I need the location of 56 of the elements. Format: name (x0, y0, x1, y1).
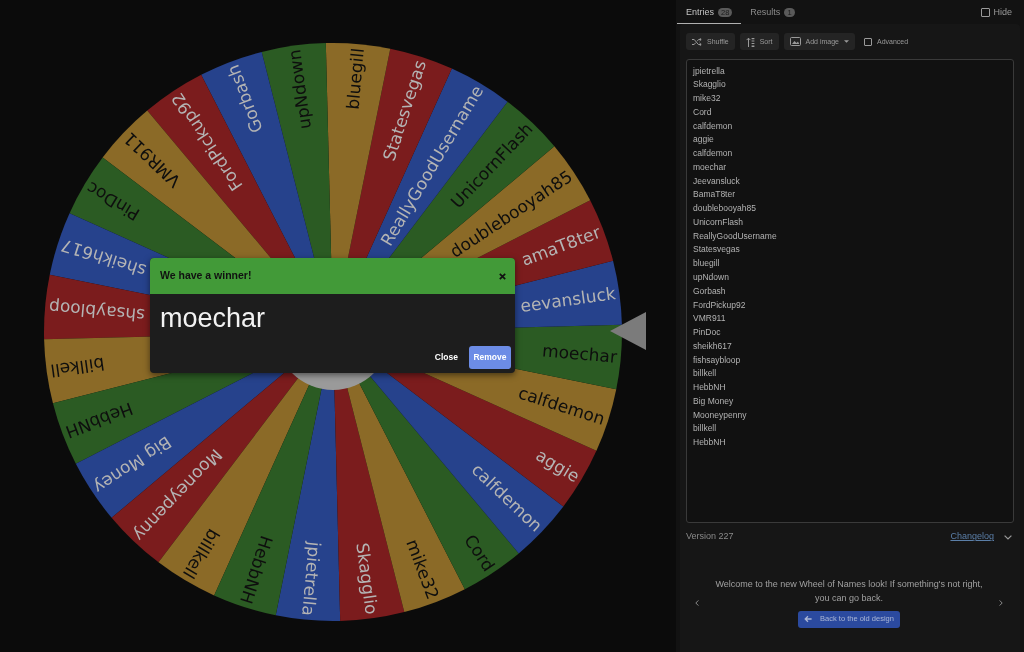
chevron-right-icon[interactable] (999, 599, 1003, 606)
entry-text: upNdown (693, 271, 729, 284)
entry-text: VMR911 (693, 312, 726, 326)
caret-icon (844, 40, 849, 43)
entry-text: aggie (693, 133, 714, 147)
entry-text: fishsaybloop (693, 353, 741, 367)
wheel-label: eevansluck (519, 283, 617, 317)
wheel-label: Skagglio (352, 541, 382, 616)
entry-text: Big Money (693, 394, 734, 408)
checkbox[interactable] (981, 8, 991, 17)
entry-text: bluegill (693, 257, 720, 271)
chevron-left-icon[interactable] (695, 599, 699, 606)
arrow-left-icon (804, 615, 813, 623)
wheel-label: jpietrella (298, 541, 325, 617)
entry-text: Statesvegas (693, 243, 740, 257)
checkbox-label: Hide (993, 8, 1012, 17)
image-icon (789, 37, 801, 46)
entry-text: Mooneypenny (693, 408, 747, 422)
entry-text: doublebooyah85 (693, 202, 756, 216)
chevron-down-icon[interactable] (1004, 534, 1012, 540)
version-text: Version 227 (686, 530, 734, 544)
wheel-label: upNdown (284, 48, 315, 131)
winner-name: moechar (159, 302, 267, 334)
entry-text: Jeevansluck (693, 174, 740, 188)
entry-text: HebbNH (693, 381, 726, 395)
wheel-label: bluegill (342, 47, 368, 111)
entry-text: HebbNH (693, 436, 726, 450)
entry-text: moechar (693, 160, 727, 174)
entry-text: BamaT8ter (693, 188, 736, 202)
dialog-title: We have a winner! (160, 268, 252, 284)
close-icon[interactable] (499, 272, 506, 280)
entry-text: jpietrella (693, 64, 725, 78)
shuffle-icon (692, 37, 702, 46)
entry-text: calfdemon (693, 147, 733, 161)
sort-icon (745, 36, 755, 47)
entry-text: UnicornFlash (693, 215, 744, 229)
entry-text: calfdemon (693, 119, 733, 133)
entry-text: ReallyGoodUsername (693, 229, 777, 243)
checkbox[interactable] (864, 37, 872, 46)
entry-text: Gorbash (693, 284, 726, 298)
wheel-label: billkell (49, 353, 106, 381)
entry-text: billkell (693, 422, 717, 436)
entry-text: Cord (693, 105, 712, 119)
entry-text: billkell (693, 367, 717, 381)
entries-field[interactable] (686, 59, 1014, 523)
entry-text: PinDoc (693, 326, 721, 340)
wheel-label: moechar (541, 340, 618, 367)
close-button[interactable]: Close (434, 353, 458, 362)
announcement-text: Welcome to the new Wheel of Names look! If something's not right, you can go back. (714, 578, 984, 605)
entry-text: Skagglio (693, 78, 726, 92)
entry-text: mike32 (693, 92, 721, 106)
remove-button[interactable]: Remove (468, 346, 511, 369)
wheel-label: shsaybloop (48, 297, 146, 326)
changelog-link[interactable]: Changelog (950, 530, 994, 544)
entry-text: sheikh617 (693, 339, 732, 353)
entry-text: FordPickup92 (693, 298, 746, 312)
